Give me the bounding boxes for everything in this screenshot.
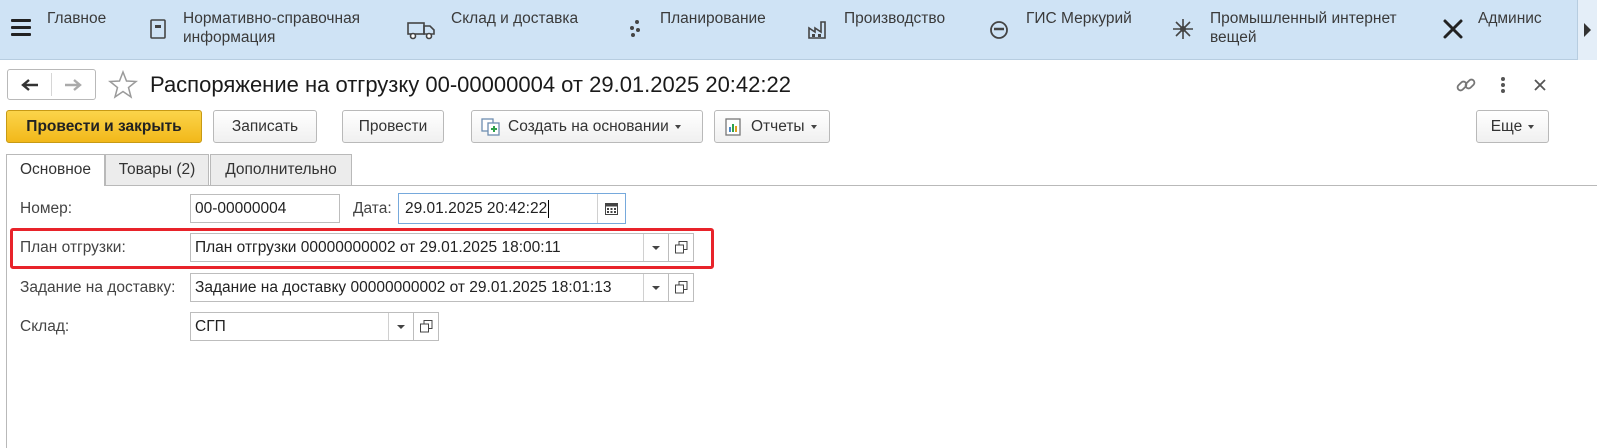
tab-main[interactable]: Основное (6, 154, 105, 186)
nav-item-planning[interactable]: Планирование (660, 9, 766, 28)
shipment-plan-label: План отгрузки: (20, 239, 126, 256)
compass-icon (990, 21, 1008, 39)
date-label: Дата: (353, 200, 392, 217)
shipment-plan-field[interactable]: План отгрузки 00000000002 от 29.01.2025 … (190, 233, 669, 262)
forward-arrow-icon[interactable] (63, 77, 83, 93)
number-field[interactable]: 00-00000004 (190, 194, 340, 223)
open-icon (675, 281, 688, 294)
dots-icon (630, 20, 640, 37)
post-and-close-button[interactable]: Провести и закрыть (6, 110, 202, 143)
network-icon (1173, 19, 1193, 39)
warehouse-dropdown-button[interactable] (388, 313, 413, 340)
tools-icon (1443, 19, 1463, 39)
warehouse-field[interactable]: СГП (190, 312, 414, 341)
nav-item-main[interactable]: Главное (47, 9, 106, 28)
back-arrow-icon[interactable] (20, 77, 40, 93)
shipment-plan-dropdown-button[interactable] (643, 234, 668, 261)
top-nav: Главное Нормативно-справочная информация … (0, 0, 1597, 60)
delivery-task-field[interactable]: Задание на доставку 00000000002 от 29.01… (190, 273, 669, 302)
book-icon (150, 19, 166, 39)
tab-additional[interactable]: Дополнительно (210, 154, 352, 185)
delivery-task-dropdown-button[interactable] (643, 274, 668, 301)
shipment-plan-value: План отгрузки 00000000002 от 29.01.2025 … (195, 239, 561, 256)
nav-item-mercury[interactable]: ГИС Меркурий (1026, 9, 1132, 28)
number-label: Номер: (20, 200, 73, 217)
save-button[interactable]: Записать (213, 110, 317, 143)
post-button[interactable]: Провести (342, 110, 444, 143)
nav-item-production[interactable]: Производство (844, 9, 945, 28)
calendar-button[interactable] (597, 194, 625, 223)
more-button[interactable]: Еще (1476, 110, 1549, 143)
tab-goods[interactable]: Товары (2) (105, 154, 209, 185)
create-based-icon (481, 118, 500, 136)
truck-icon (407, 22, 435, 40)
more-label: Еще (1490, 118, 1523, 135)
reports-label: Отчеты (751, 118, 805, 135)
create-based-on-label: Создать на основании (508, 118, 669, 135)
reports-icon (725, 118, 741, 136)
delivery-task-label: Задание на доставку: (20, 279, 176, 296)
nav-item-admin[interactable]: Админис (1478, 9, 1542, 28)
open-icon (420, 320, 433, 333)
reports-button[interactable]: Отчеты (714, 110, 830, 143)
warehouse-label: Склад: (20, 318, 70, 335)
more-vertical-icon[interactable] (1492, 74, 1514, 96)
delivery-task-value: Задание на доставку 00000000002 от 29.01… (195, 279, 612, 296)
link-icon[interactable] (1455, 74, 1477, 96)
open-icon (675, 241, 688, 254)
create-based-on-button[interactable]: Создать на основании (471, 110, 703, 143)
calendar-icon (605, 203, 618, 215)
menu-icon[interactable] (11, 19, 31, 37)
shipment-plan-open-button[interactable] (668, 233, 694, 262)
delivery-task-open-button[interactable] (668, 273, 694, 302)
page-title: Распоряжение на отгрузку 00-00000004 от … (150, 72, 791, 97)
nav-item-reference[interactable]: Нормативно-справочная информация (183, 9, 360, 47)
date-field[interactable]: 29.01.2025 20:42:22 (398, 193, 626, 224)
nav-item-warehouse[interactable]: Склад и доставка (451, 9, 578, 28)
nav-item-iiot[interactable]: Промышленный интернет вещей (1210, 9, 1397, 47)
date-value: 29.01.2025 20:42:22 (405, 200, 548, 217)
favorite-star-icon[interactable] (108, 70, 138, 100)
factory-icon (808, 21, 826, 39)
warehouse-value: СГП (195, 318, 226, 335)
warehouse-open-button[interactable] (413, 312, 439, 341)
close-icon[interactable] (1529, 74, 1551, 96)
history-nav (7, 69, 96, 100)
nav-scroll-right-button[interactable] (1577, 0, 1597, 60)
